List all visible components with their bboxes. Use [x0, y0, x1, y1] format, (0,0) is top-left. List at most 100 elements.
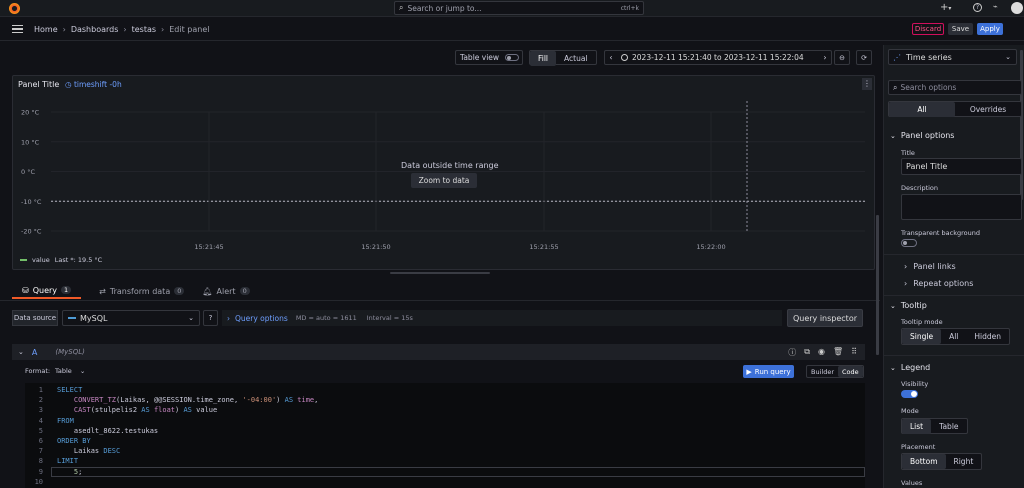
news-icon[interactable]: ⌁: [993, 2, 998, 11]
code-line[interactable]: 2 CONVERT_TZ(Laikas, @@SESSION.time_zone…: [25, 395, 865, 405]
eye-icon[interactable]: ◉: [818, 347, 825, 358]
code-line[interactable]: 10: [25, 477, 865, 487]
visualization-picker[interactable]: ⋰ Time series ⌄: [888, 49, 1017, 65]
search-icon: ⌕: [399, 3, 404, 12]
chevron-right-icon[interactable]: ›: [819, 53, 831, 62]
code-line[interactable]: 7 Laikas DESC: [25, 446, 865, 456]
breadcrumb-home[interactable]: Home: [34, 25, 58, 34]
tab-transform[interactable]: ⇄ Transform data 0: [99, 283, 185, 299]
panel-links-header[interactable]: › Panel links: [904, 262, 956, 271]
resize-handle[interactable]: [390, 272, 490, 274]
code-line[interactable]: 8 LIMIT: [25, 456, 865, 466]
mode-list[interactable]: List: [902, 419, 932, 434]
query-inspector-button[interactable]: Query inspector: [787, 309, 863, 327]
title-input[interactable]: Panel Title: [901, 158, 1022, 175]
trash-icon[interactable]: 🗑︎: [833, 347, 843, 358]
code-editor[interactable]: 1 SELECT 2 CONVERT_TZ(Laikas, @@SESSION.ti…: [25, 383, 865, 488]
collapse-icon[interactable]: ⌄: [18, 348, 24, 356]
drag-handle-icon[interactable]: ⠿: [851, 347, 857, 358]
chevron-left-icon[interactable]: ‹: [605, 53, 617, 62]
all-option[interactable]: All: [889, 102, 955, 117]
tab-query[interactable]: ⛁ Query 1: [12, 283, 82, 299]
fill-option[interactable]: Fill: [530, 51, 557, 66]
sidebar-scrollbar[interactable]: [1020, 50, 1023, 200]
breadcrumb-dashboards[interactable]: Dashboards: [71, 25, 119, 34]
code-token: ,: [314, 396, 319, 405]
builder-code-toggle[interactable]: Builder Code: [806, 365, 864, 378]
apply-button[interactable]: Apply: [977, 23, 1003, 35]
legend-placement-toggle[interactable]: Bottom Right: [901, 453, 983, 470]
mode-table[interactable]: Table: [931, 419, 966, 434]
code-line[interactable]: 1 SELECT: [25, 385, 865, 395]
breadcrumb-dashboard[interactable]: testas: [132, 25, 156, 34]
table-view-toggle[interactable]: Table view: [455, 50, 523, 65]
zoom-out-button[interactable]: ⊖: [834, 50, 850, 65]
clock-icon: ◷: [65, 80, 72, 89]
divider: [884, 355, 1024, 356]
code-token: float: [149, 406, 176, 415]
avatar[interactable]: [1011, 2, 1023, 14]
options-sidebar: ⋰ Time series ⌄ ⌕ Search options All Ove…: [883, 45, 1024, 488]
code-option[interactable]: Code: [838, 366, 863, 377]
tooltip-all[interactable]: All: [941, 329, 966, 344]
tab-alert[interactable]: 🔔︎ Alert 0: [202, 283, 250, 299]
all-overrides-toggle[interactable]: All Overrides: [888, 101, 1022, 117]
tooltip-mode-toggle[interactable]: Single All Hidden: [901, 328, 1010, 345]
divider: [884, 254, 1024, 255]
time-range-picker[interactable]: ‹ 2023-12-11 15:21:40 to 2023-12-11 15:2…: [604, 50, 832, 65]
help-icon[interactable]: ⓘ: [788, 347, 796, 358]
code-token: time: [293, 396, 315, 405]
placement-right[interactable]: Right: [946, 454, 982, 469]
zoom-to-data-button[interactable]: Zoom to data: [411, 173, 477, 188]
menu-icon[interactable]: [12, 25, 23, 33]
mysql-icon: [68, 317, 76, 319]
refresh-button[interactable]: ⟳: [856, 50, 872, 65]
overrides-option[interactable]: Overrides: [955, 102, 1021, 117]
help-icon[interactable]: ?: [973, 3, 982, 12]
description-input[interactable]: [901, 194, 1022, 220]
legend-header[interactable]: ⌄ Legend: [890, 363, 930, 372]
legend-series[interactable]: value: [32, 256, 50, 264]
tooltip-single[interactable]: Single: [902, 329, 942, 344]
format-select[interactable]: Table ⌄: [55, 367, 85, 375]
new-button[interactable]: +▾: [940, 2, 951, 13]
panel-menu-icon[interactable]: ⋮: [862, 78, 872, 90]
code-line[interactable]: 3 CAST(stulpelis2 AS float) AS value: [25, 405, 865, 415]
visibility-switch[interactable]: [901, 390, 918, 398]
code-token: asedlt_8622.testukas: [57, 426, 159, 435]
placement-bottom[interactable]: Bottom: [902, 454, 946, 469]
save-button[interactable]: Save: [948, 23, 973, 35]
tooltip-header[interactable]: ⌄ Tooltip: [890, 301, 927, 310]
query-row-header[interactable]: ⌄ A (MySQL) ⓘ ⧉ ◉ 🗑︎ ⠿: [12, 344, 865, 360]
y-tick-label: -10 °C: [21, 198, 42, 206]
repeat-options-header[interactable]: › Repeat options: [904, 279, 973, 288]
code-line[interactable]: 4 FROM: [25, 416, 865, 426]
duplicate-icon[interactable]: ⧉: [804, 347, 810, 358]
grafana-logo-icon[interactable]: [9, 3, 20, 14]
datasource-picker[interactable]: MySQL ⌄: [62, 310, 200, 326]
line-number: 4: [38, 416, 43, 425]
discard-button[interactable]: Discard: [912, 23, 944, 35]
actual-option[interactable]: Actual: [556, 51, 596, 66]
fill-actual-toggle[interactable]: Fill Actual: [529, 50, 597, 66]
editor-scrollbar[interactable]: [876, 215, 879, 355]
code-token: LIMIT: [57, 457, 79, 466]
search-placeholder: Search or jump to...: [407, 3, 482, 13]
code-line[interactable]: 6 ORDER BY: [25, 436, 865, 446]
query-options-toggle[interactable]: › Query options MD = auto = 1611 Interva…: [222, 310, 782, 326]
help-icon: ?: [208, 314, 213, 322]
search-bar[interactable]: ⌕ Search or jump to... ctrl+k: [394, 1, 644, 15]
transparent-switch[interactable]: [901, 239, 917, 247]
toggle-switch[interactable]: [505, 54, 520, 61]
run-query-button[interactable]: ▶ Run query: [743, 365, 794, 378]
query-ref-id[interactable]: A: [32, 348, 37, 357]
builder-option[interactable]: Builder: [807, 366, 838, 377]
options-search-input[interactable]: ⌕ Search options: [888, 80, 1022, 95]
legend-mode-toggle[interactable]: List Table: [901, 418, 968, 434]
panel-options-header[interactable]: ⌄ Panel options: [890, 131, 954, 140]
tooltip-hidden[interactable]: Hidden: [966, 329, 1009, 344]
code-line[interactable]: 5 asedlt_8622.testukas: [25, 426, 865, 436]
datasource-help-button[interactable]: ?: [203, 310, 218, 326]
table-view-label: Table view: [460, 53, 500, 62]
code-token: CAST: [73, 406, 91, 415]
